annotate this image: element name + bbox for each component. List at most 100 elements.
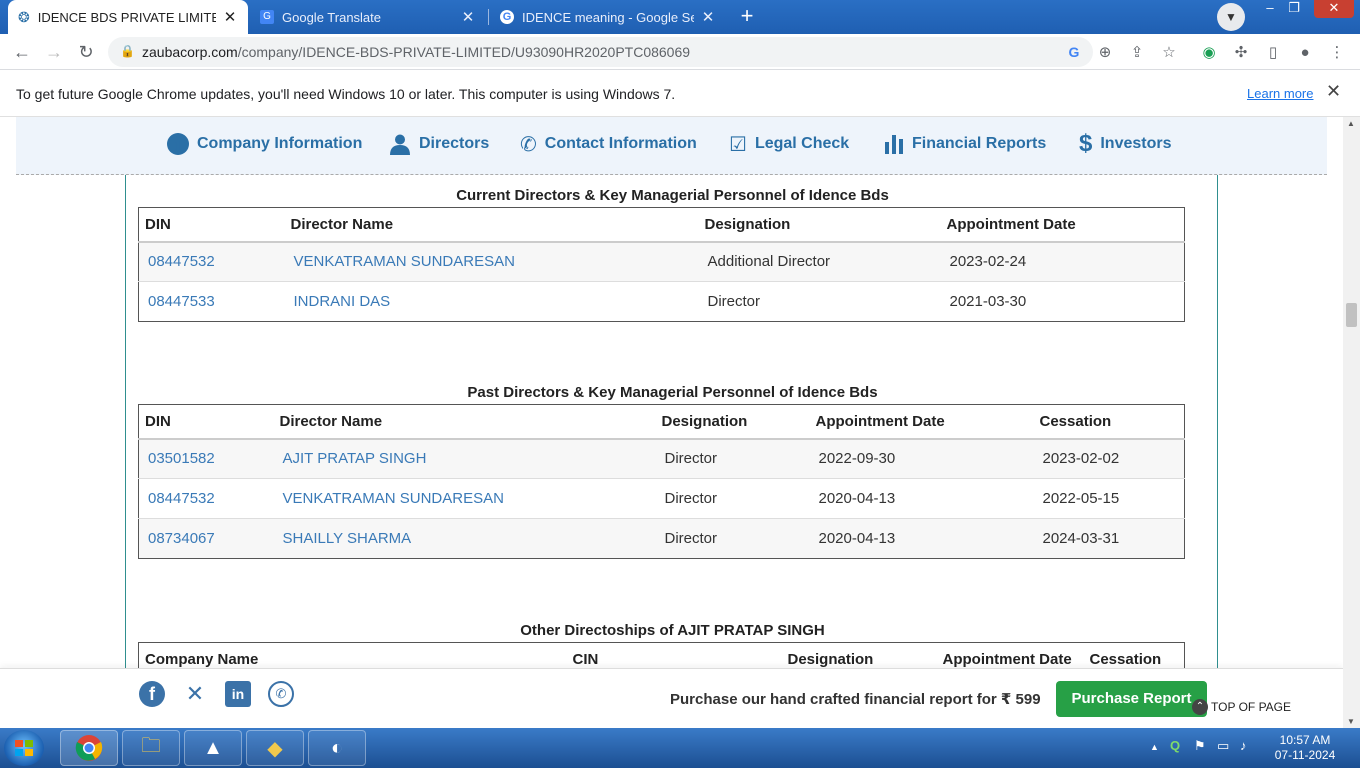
user-icon	[390, 134, 410, 155]
designation-cell: Director	[698, 281, 941, 322]
infobar-close-icon[interactable]: ✕	[1326, 81, 1341, 102]
nav-investors[interactable]: $ Investors	[1079, 129, 1172, 159]
start-button[interactable]	[4, 730, 44, 766]
promo-text: Purchase our hand crafted financial repo…	[670, 691, 1041, 708]
google-translate-favicon-icon: G	[260, 10, 274, 24]
nav-company-information[interactable]: i Company Information	[167, 129, 362, 159]
nav-label: Contact Information	[544, 135, 697, 152]
tray-flag-icon[interactable]: ⚑	[1194, 738, 1206, 754]
table-row: 03501582 AJIT PRATAP SINGH Director 2022…	[138, 438, 1185, 479]
tab-search-chevron-icon[interactable]: ▼	[1217, 3, 1245, 31]
taskbar-app-2[interactable]: ◆	[246, 730, 304, 766]
scrollbar-thumb[interactable]	[1346, 303, 1357, 327]
reload-icon[interactable]: ↻	[74, 40, 98, 64]
director-name-link[interactable]: AJIT PRATAP SINGH	[283, 450, 427, 467]
address-bar[interactable]: 🔒 zaubacorp.com/company/IDENCE-BDS-PRIVA…	[108, 37, 1093, 67]
forward-arrow-icon[interactable]: →	[42, 40, 66, 64]
din-link[interactable]: 08734067	[148, 530, 215, 547]
tray-expand-icon[interactable]: ▲	[1150, 742, 1159, 752]
director-name-link[interactable]: SHAILLY SHARMA	[283, 530, 412, 547]
menu-kebab-icon[interactable]: ⋮	[1326, 42, 1348, 64]
taskbar-app-1[interactable]: ▲	[184, 730, 242, 766]
company-section-nav: i Company Information Directors ✆ Contac…	[16, 117, 1327, 175]
director-name-link[interactable]: INDRANI DAS	[294, 293, 391, 310]
chevron-up-icon: ⌃	[1192, 699, 1208, 715]
dollar-icon: $	[1079, 130, 1093, 157]
back-arrow-icon[interactable]: ←	[10, 40, 34, 64]
nav-contact-information[interactable]: ✆ Contact Information	[520, 129, 697, 159]
tab-google-search[interactable]: G IDENCE meaning - Google Search ✕	[490, 0, 726, 34]
col-director-name: Director Name	[273, 404, 656, 440]
cessation-cell: 2024-03-31	[1033, 518, 1185, 559]
tab-separator	[488, 9, 489, 25]
taskbar-explorer[interactable]: 🗀	[122, 730, 180, 766]
top-of-page-link[interactable]: ⌃ TOP OF PAGE	[1192, 699, 1291, 715]
learn-more-link[interactable]: Learn more	[1247, 86, 1313, 101]
close-icon[interactable]: ✕	[460, 8, 476, 26]
nav-label: Financial Reports	[912, 135, 1047, 152]
director-name-link[interactable]: VENKATRAMAN SUNDARESAN	[294, 253, 515, 270]
table-row: 08447533 INDRANI DAS Director 2021-03-30	[138, 281, 1185, 322]
nav-label: Company Information	[197, 135, 363, 152]
appointment-date-cell: 2020-04-13	[809, 518, 1034, 559]
windows-taskbar: 🗀 ▲ ◆ ◐ ▲ Q ⚑ ▭ ♪ 10:57 AM 07-11-2024	[0, 728, 1360, 768]
nav-directors[interactable]: Directors	[389, 129, 489, 159]
linkedin-icon[interactable]: in	[225, 681, 251, 707]
taskbar-clock[interactable]: 10:57 AM 07-11-2024	[1272, 733, 1338, 763]
page-scrollbar[interactable]: ▲ ▼	[1343, 117, 1360, 728]
profile-avatar-icon[interactable]: ●	[1294, 42, 1316, 64]
media-player-icon: ◐	[330, 736, 344, 759]
din-link[interactable]: 08447532	[148, 253, 215, 270]
taskbar-app-3[interactable]: ◐	[308, 730, 366, 766]
appointment-date-cell: 2023-02-24	[940, 241, 1185, 282]
extensions-puzzle-icon[interactable]: ✣	[1230, 42, 1252, 64]
designation-cell: Director	[655, 438, 810, 479]
din-link[interactable]: 08447533	[148, 293, 215, 310]
director-name-link[interactable]: VENKATRAMAN SUNDARESAN	[283, 490, 504, 507]
nav-financial-reports[interactable]: Financial Reports	[884, 129, 1046, 159]
mountain-app-icon: ▲	[203, 736, 223, 759]
whatsapp-icon[interactable]: ✆	[268, 681, 294, 707]
facebook-icon[interactable]: f	[139, 681, 165, 707]
din-link[interactable]: 03501582	[148, 450, 215, 467]
window-close-icon[interactable]: ✕	[1314, 0, 1354, 18]
side-panel-icon[interactable]: ▯	[1262, 42, 1284, 64]
col-appointment-date: Appointment Date	[940, 207, 1185, 243]
current-directors-table: DIN Director Name Designation Appointmen…	[138, 207, 1185, 322]
tab-google-translate[interactable]: G Google Translate ✕	[250, 0, 486, 34]
taskbar-chrome[interactable]	[60, 730, 118, 766]
appointment-date-cell: 2022-09-30	[809, 438, 1034, 479]
close-icon[interactable]: ✕	[700, 8, 716, 26]
content-panel: Current Directors & Key Managerial Perso…	[125, 175, 1218, 728]
bookmark-star-icon[interactable]: ☆	[1158, 42, 1180, 64]
scroll-down-icon[interactable]: ▼	[1347, 717, 1355, 726]
designation-cell: Director	[655, 518, 810, 559]
zoom-icon[interactable]: ⊕	[1094, 42, 1116, 64]
din-link[interactable]: 08447532	[148, 490, 215, 507]
tab-strip: ❂ IDENCE BDS PRIVATE LIMITED | I ✕ G Goo…	[0, 0, 1360, 34]
restore-icon[interactable]: ❐	[1282, 0, 1306, 18]
phone-icon: ✆	[520, 133, 537, 156]
tray-volume-icon[interactable]: ♪	[1240, 738, 1247, 753]
tab-title: IDENCE BDS PRIVATE LIMITED | I	[37, 9, 216, 25]
tray-q-icon[interactable]: Q	[1170, 738, 1180, 753]
tray-network-icon[interactable]: ▭	[1217, 738, 1229, 754]
tab-idence-bds[interactable]: ❂ IDENCE BDS PRIVATE LIMITED | I ✕	[8, 0, 248, 34]
purchase-report-button[interactable]: Purchase Report	[1056, 681, 1207, 717]
close-icon[interactable]: ✕	[222, 8, 238, 26]
cessation-cell: 2022-05-15	[1033, 478, 1185, 519]
new-tab-button[interactable]: +	[734, 4, 760, 30]
scroll-up-icon[interactable]: ▲	[1347, 119, 1355, 128]
clock-date: 07-11-2024	[1274, 748, 1336, 762]
x-twitter-icon[interactable]: ✕	[182, 681, 208, 707]
grammarly-icon[interactable]: ◉	[1198, 42, 1220, 64]
nav-legal-check[interactable]: ☑ Legal Check	[729, 129, 849, 159]
col-appointment-date: Appointment Date	[809, 404, 1034, 440]
google-lens-icon[interactable]: G	[1064, 42, 1084, 62]
past-directors-table: DIN Director Name Designation Appointmen…	[138, 404, 1185, 559]
table-row: 08447532 VENKATRAMAN SUNDARESAN Director…	[138, 478, 1185, 519]
share-icon[interactable]: ⇪	[1126, 42, 1148, 64]
appointment-date-cell: 2020-04-13	[809, 478, 1034, 519]
other-directorships-title: Other Directoships of AJIT PRATAP SINGH	[520, 622, 825, 639]
minimize-icon[interactable]: –	[1258, 0, 1282, 18]
